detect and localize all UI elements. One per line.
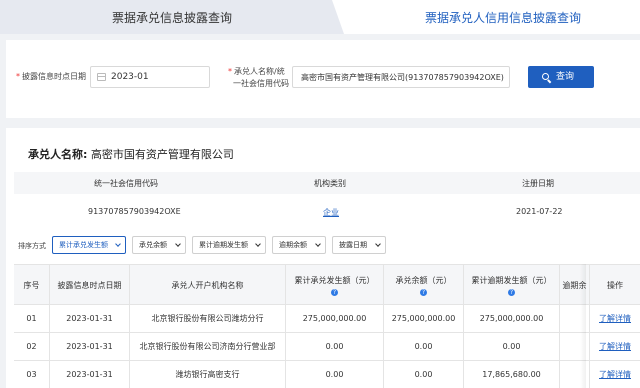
cell-bank: 北京银行股份有限公司济南分行营业部 — [130, 333, 286, 361]
sort-option-label: 逾期余额 — [279, 241, 307, 249]
th-bank: 承兑人开户机构名称 — [130, 265, 286, 305]
th-operation: 操作 — [607, 280, 623, 290]
info-header-register-date: 注册日期 — [522, 179, 554, 188]
info-credit-code: 913707857903942OXE — [88, 207, 181, 216]
date-value: 2023-01 — [111, 72, 149, 82]
tab-acceptance-disclosure[interactable]: 票据承兑信息披露查询 — [0, 0, 344, 34]
cell-cum-acceptance: 0.00 — [286, 361, 384, 388]
details-link[interactable]: 了解详情 — [590, 305, 640, 333]
cell-date: 2023-01-31 — [50, 305, 130, 333]
cell-cum-acceptance: 275,000,000.00 — [286, 305, 384, 333]
cell-balance: 0.00 — [384, 333, 464, 361]
table-row: 01 2023-01-31 北京银行股份有限公司潍坊分行 275,000,000… — [14, 305, 640, 333]
cell-bank: 北京银行股份有限公司潍坊分行 — [130, 305, 286, 333]
query-button-label: 查询 — [556, 72, 575, 82]
cell-cum-overdue: 0.00 — [464, 333, 560, 361]
tab-bar: 票据承兑信息披露查询 票据承兑人信用信息披露查询 — [0, 0, 640, 34]
th-disclosure-date: 披露信息时点日期 — [50, 265, 130, 305]
details-link[interactable]: 了解详情 — [590, 361, 640, 388]
sort-option-label: 累计承兑发生额 — [59, 241, 108, 249]
query-button[interactable]: 查询 — [528, 66, 594, 88]
sort-option-label: 累计逾期发生额 — [199, 241, 248, 249]
details-link[interactable]: 了解详情 — [590, 333, 640, 361]
date-field-label: * 披露信息时点日期 — [16, 72, 86, 81]
chevron-down-icon — [255, 241, 261, 247]
acceptor-title: 承兑人名称: 高密市国有资产管理有限公司 — [28, 146, 234, 162]
chevron-down-icon — [115, 241, 121, 247]
info-register-date: 2021-07-22 — [516, 207, 563, 216]
help-icon[interactable]: ? — [508, 288, 515, 296]
chevron-down-icon — [315, 241, 321, 247]
info-table-header: 统一社会信用代码 机构类别 注册日期 — [14, 172, 640, 194]
th-cum-overdue: 累计逾期发生额（元）? — [464, 265, 560, 305]
cell-index: 02 — [14, 333, 50, 361]
help-icon[interactable]: ? — [420, 288, 427, 296]
cell-index: 01 — [14, 305, 50, 333]
chevron-down-icon — [375, 241, 381, 247]
info-header-institution-type: 机构类别 — [314, 179, 346, 188]
info-institution-type-link[interactable]: 企业 — [323, 207, 339, 218]
cell-cum-overdue: 17,865,680.00 — [464, 361, 560, 388]
name-field-label: * 承兑人名称/统 一社会信用代码 — [228, 67, 289, 88]
cell-bank: 潍坊银行高密支行 — [130, 361, 286, 388]
sort-cum-overdue[interactable]: 累计逾期发生额 — [192, 236, 266, 254]
fixed-column-shadow — [580, 264, 586, 388]
cell-cum-acceptance: 0.00 — [286, 333, 384, 361]
cell-cum-overdue: 275,000,000.00 — [464, 305, 560, 333]
sort-option-label: 披露日期 — [339, 241, 367, 249]
cell-balance: 0.00 — [384, 361, 464, 388]
sort-label: 排序方式 — [18, 242, 46, 250]
acceptor-title-label: 承兑人名称: — [28, 148, 88, 161]
th-index: 序号 — [14, 265, 50, 305]
search-icon — [542, 73, 549, 80]
sort-acceptance-balance[interactable]: 承兑余额 — [132, 236, 186, 254]
cell-date: 2023-01-31 — [50, 361, 130, 388]
cell-balance: 275,000,000.00 — [384, 305, 464, 333]
help-icon[interactable]: ? — [331, 288, 338, 296]
acceptor-title-name: 高密市国有资产管理有限公司 — [90, 148, 234, 161]
table-header: 序号 披露信息时点日期 承兑人开户机构名称 累计承兑发生额（元）? 承兑余额（元… — [14, 265, 640, 305]
acceptor-name-value: 高密市国有资产管理有限公司(913707857903942OXE) — [301, 73, 504, 82]
table-row: 02 2023-01-31 北京银行股份有限公司济南分行营业部 0.00 0.0… — [14, 333, 640, 361]
detail-table: 序号 披露信息时点日期 承兑人开户机构名称 累计承兑发生额（元）? 承兑余额（元… — [14, 264, 640, 388]
th-balance: 承兑余额（元）? — [384, 265, 464, 305]
tab-acceptor-credit-disclosure[interactable]: 票据承兑人信用信息披露查询 — [425, 9, 581, 26]
table-row: 03 2023-01-31 潍坊银行高密支行 0.00 0.00 17,865,… — [14, 361, 640, 388]
chevron-down-icon — [175, 241, 181, 247]
acceptor-name-input[interactable]: 高密市国有资产管理有限公司(913707857903942OXE) — [292, 66, 510, 88]
sort-cum-acceptance[interactable]: 累计承兑发生额 — [52, 236, 126, 254]
th-cum-acceptance: 累计承兑发生额（元）? — [286, 265, 384, 305]
info-header-credit-code: 统一社会信用代码 — [94, 179, 158, 188]
tab-label: 票据承兑信息披露查询 — [112, 11, 233, 25]
date-picker-input[interactable]: 2023-01 — [90, 66, 210, 88]
cell-date: 2023-01-31 — [50, 333, 130, 361]
sort-disclosure-date[interactable]: 披露日期 — [332, 236, 386, 254]
sort-overdue-balance[interactable]: 逾期余额 — [272, 236, 326, 254]
cell-index: 03 — [14, 361, 50, 388]
sort-option-label: 承兑余额 — [139, 241, 167, 249]
calendar-icon — [97, 73, 106, 81]
